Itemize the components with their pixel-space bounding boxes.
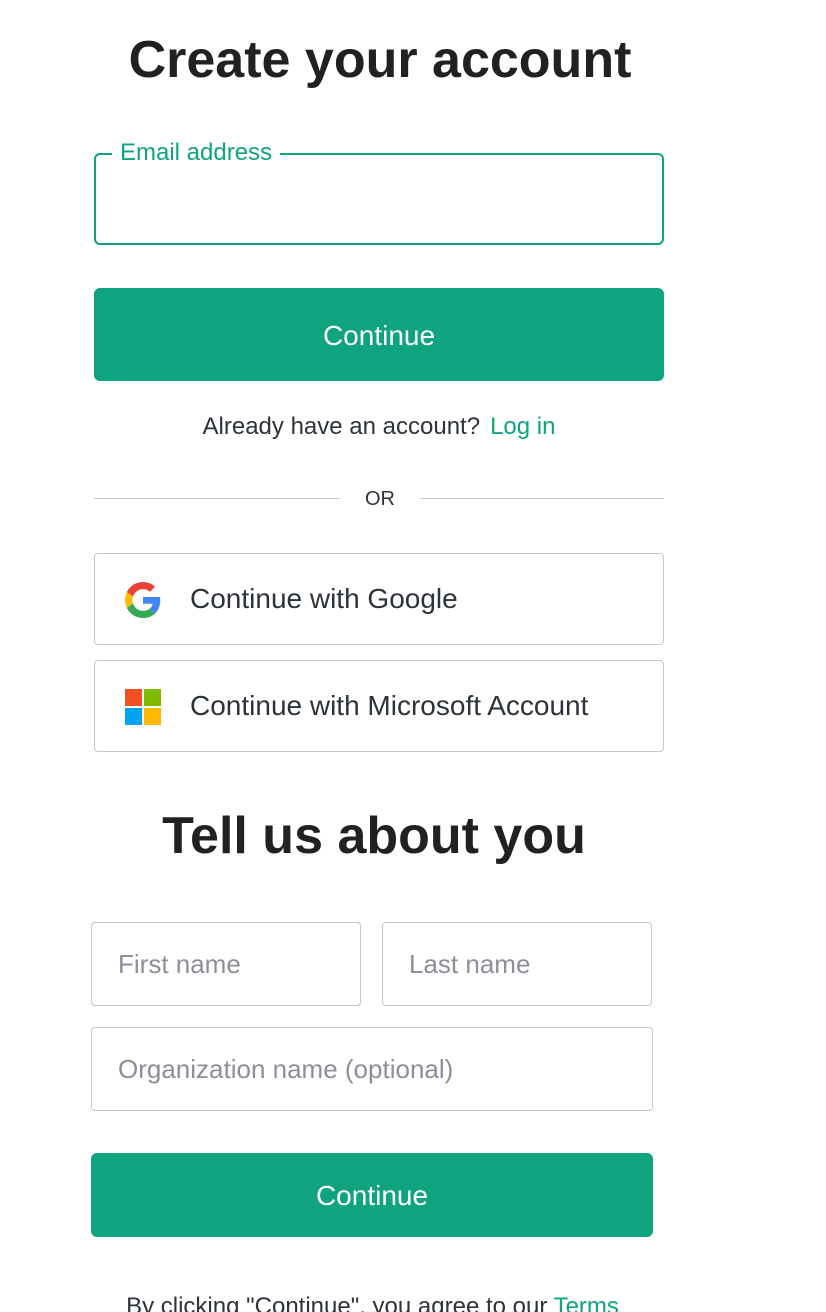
login-prompt-text: Already have an account? xyxy=(202,413,481,440)
signup-page: Create your account Email address Contin… xyxy=(0,0,826,1312)
or-divider: OR xyxy=(365,488,395,510)
google-logo-icon xyxy=(125,582,161,618)
google-button-label: Continue with Google xyxy=(190,583,458,614)
email-input[interactable] xyxy=(114,177,648,223)
login-prompt: Already have an account? Log in xyxy=(0,410,758,444)
email-field[interactable]: Email address xyxy=(94,139,664,245)
continue-button[interactable]: Continue xyxy=(94,288,664,381)
microsoft-button-label: Continue with Microsoft Account xyxy=(190,690,589,721)
last-name-input[interactable] xyxy=(382,922,652,1006)
google-signin-button[interactable]: Continue with Google xyxy=(94,553,664,645)
terms-link[interactable]: Terms xyxy=(554,1293,619,1312)
about-title: Tell us about you xyxy=(162,807,586,865)
email-label: Email address xyxy=(112,139,281,167)
terms-notice: By clicking "Continue", you agree to our… xyxy=(0,1292,745,1312)
terms-text: By clicking "Continue", you agree to our xyxy=(126,1293,554,1312)
first-name-input[interactable] xyxy=(91,922,361,1006)
continue-button-2[interactable]: Continue xyxy=(91,1153,653,1237)
page-title: Create your account xyxy=(128,31,632,89)
organization-input[interactable] xyxy=(91,1027,653,1111)
divider-line-right xyxy=(420,498,664,499)
login-link[interactable]: Log in xyxy=(490,413,555,440)
microsoft-logo-icon xyxy=(125,689,161,725)
divider-line-left xyxy=(94,498,340,499)
microsoft-signin-button[interactable]: Continue with Microsoft Account xyxy=(94,660,664,752)
